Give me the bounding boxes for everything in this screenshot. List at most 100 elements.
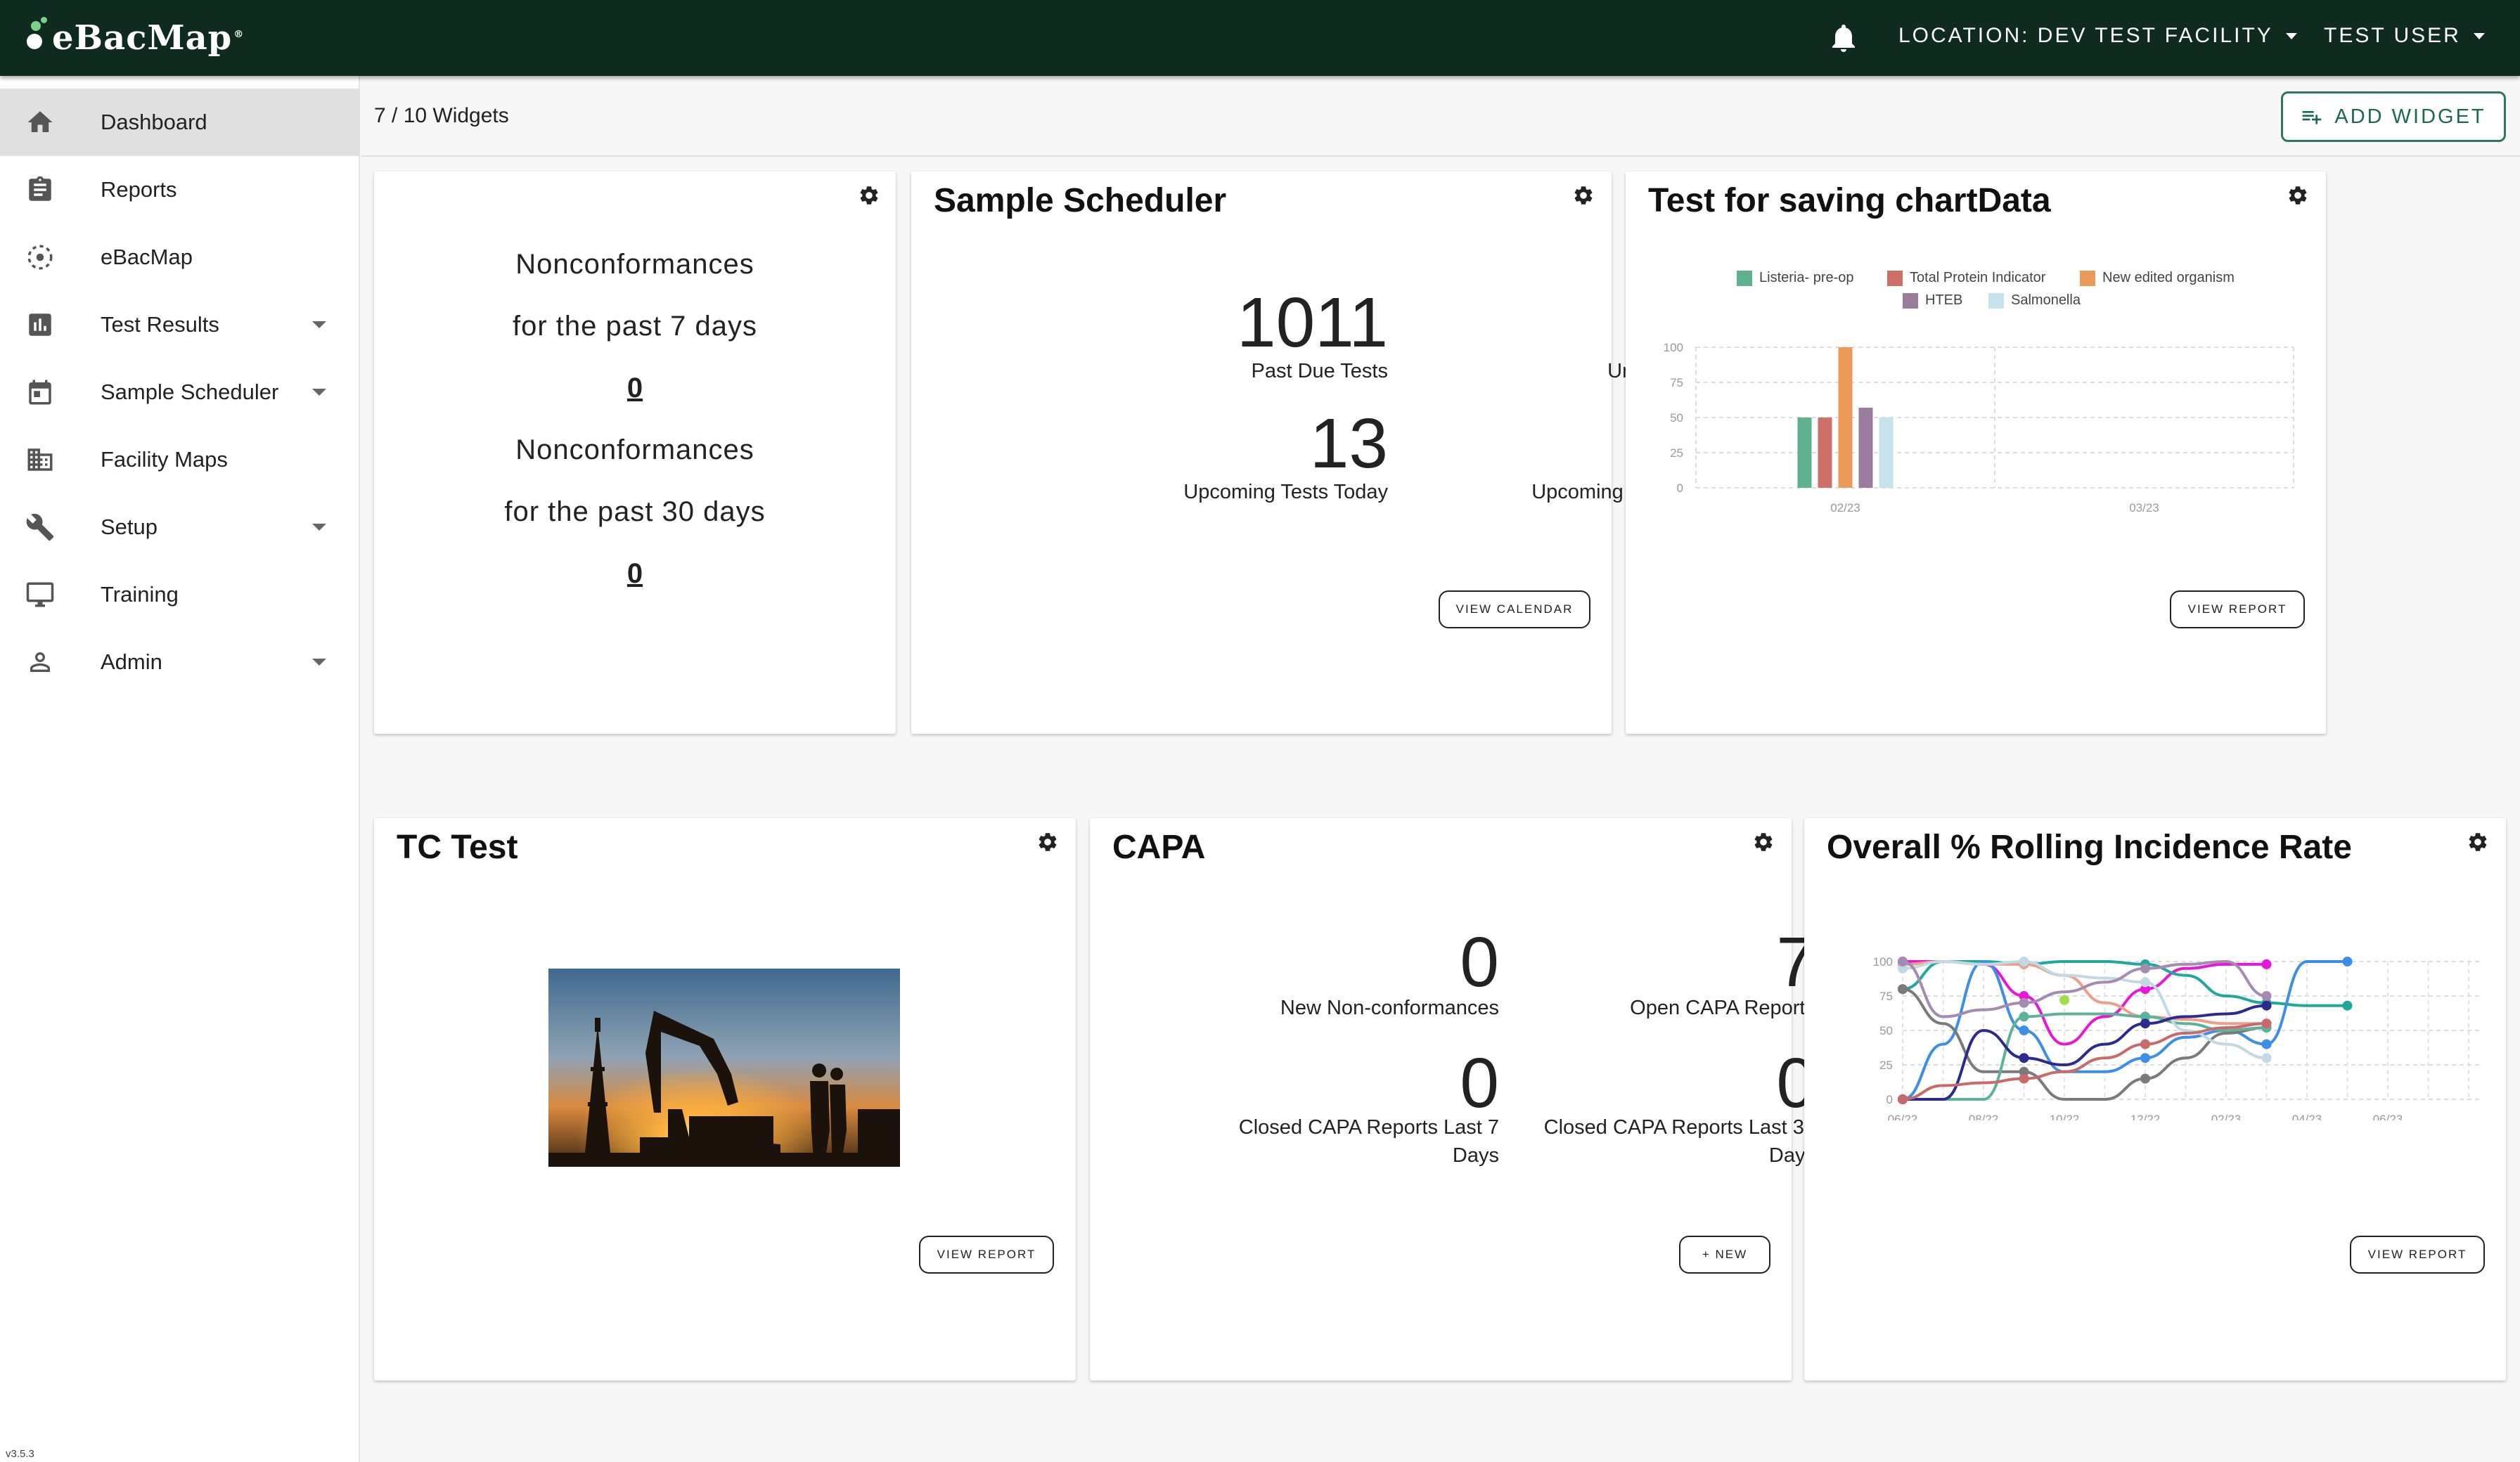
sidebar-item-test-results[interactable]: Test Results [0,291,360,358]
view-report-button[interactable]: VIEW REPORT [2350,1236,2485,1274]
add-widget-label: ADD WIDGET [2334,105,2486,128]
data-point [2019,997,2029,1008]
clipboard-icon [29,176,51,201]
widget-title: Overall % Rolling Incidence Rate [1827,829,2352,866]
legend-item[interactable]: Salmonella [1988,292,2081,309]
data-point [2019,1073,2029,1084]
today-value: 13 [1309,404,1388,483]
y-tick-label: 0 [1677,481,1683,495]
sidebar-item-facility-maps[interactable]: Facility Maps [0,426,360,493]
wrench-icon [26,513,54,541]
user-menu[interactable]: TEST USER [2324,24,2485,48]
version-label: v3.5.3 [6,1448,34,1460]
widget-title: Test for saving chartData [1648,182,2051,219]
nc-7-subtitle: for the past 7 days [512,311,758,342]
sidebar-item-label: Admin [101,649,162,674]
data-point [2140,1039,2150,1049]
closed-7-label: Closed CAPA Reports Last 7 Days [1238,1116,1499,1167]
legend-item[interactable]: Total Protein Indicator [1887,270,2045,286]
monitor-icon [26,582,54,607]
legend-label: Listeria- pre-op [1759,270,1854,285]
sidebar: Dashboard Reports eBacMap Test Results S… [0,76,360,1462]
widget-title: CAPA [1112,829,1206,866]
sidebar-item-label: Setup [101,515,158,539]
x-tick-label: 06/23 [2373,1113,2403,1120]
sidebar-item-setup[interactable]: Setup [0,493,360,561]
gear-icon[interactable] [2287,184,2309,207]
legend-swatch [2080,270,2095,286]
view-report-button[interactable]: VIEW REPORT [2170,590,2305,628]
chevron-down-icon [312,321,326,328]
notifications-bell-icon[interactable] [1827,21,1860,55]
sidebar-item-dashboard[interactable]: Dashboard [0,89,360,156]
data-point [2261,991,2272,1001]
sidebar-item-ebacmap[interactable]: eBacMap [0,224,360,291]
sidebar-item-label: eBacMap [101,245,193,269]
closed-30-label: Closed CAPA Reports Last 30 Days [1543,1116,1815,1167]
construction-sunset-image [548,969,900,1167]
past-due-label: Past Due Tests [1251,360,1388,382]
bar [1879,418,1894,488]
data-point [2342,1000,2353,1011]
nc-7-value-link[interactable]: 0 [374,373,896,404]
y-tick-label: 100 [1873,955,1893,969]
x-tick-label: 04/23 [2292,1113,2322,1120]
today-label: Upcoming Tests Today [1183,481,1388,503]
gear-icon[interactable] [1572,184,1595,207]
gear-icon[interactable] [1036,831,1059,853]
location-selector[interactable]: LOCATION: DEV TEST FACILITY [1898,24,2297,48]
gear-icon[interactable] [1752,831,1775,853]
data-point [2019,1011,2029,1022]
tc-test-widget: TC Test VIEW REPORT [374,818,1076,1380]
chevron-down-icon [312,524,326,531]
sidebar-item-reports[interactable]: Reports [0,156,360,224]
data-point [1898,957,1908,966]
closed-7-value: 0 [1460,1044,1499,1123]
legend-item[interactable]: New edited organism [2080,270,2235,286]
data-point [2261,1053,2272,1063]
target-icon [27,245,53,270]
bar [1797,418,1812,488]
data-point [1898,1094,1908,1104]
data-point [2342,957,2353,966]
data-point [2140,977,2150,988]
data-point [2059,995,2069,1005]
data-point [2019,1053,2029,1063]
legend-swatch [1903,292,1918,309]
sidebar-item-admin[interactable]: Admin [0,628,360,696]
widget-title: Sample Scheduler [934,182,1227,219]
gear-icon[interactable] [858,184,880,207]
y-tick-label: 50 [1879,1024,1893,1037]
sidebar-item-label: Sample Scheduler [101,380,279,404]
chevron-down-icon [312,389,326,396]
legend-item[interactable]: Listeria- pre-op [1737,270,1854,286]
x-tick-label: 02/23 [2211,1113,2242,1120]
dashboard-toolbar: 7 / 10 Widgets [361,76,2520,157]
x-tick-label: 08/22 [1969,1113,1999,1120]
new-capa-button[interactable]: + NEW [1679,1236,1770,1274]
view-calendar-button[interactable]: VIEW CALENDAR [1439,590,1590,628]
nc-30-value-link[interactable]: 0 [374,558,896,590]
sidebar-item-sample-scheduler[interactable]: Sample Scheduler [0,358,360,426]
playlist-add-icon [2303,111,2322,124]
bar [1858,408,1873,488]
sidebar-item-label: Test Results [101,312,219,337]
new-nc-value: 0 [1460,923,1499,1002]
user-label: TEST USER [2324,24,2461,47]
sidebar-item-training[interactable]: Training [0,561,360,628]
add-widget-button[interactable]: ADD WIDGET [2281,91,2506,142]
ebacmap-logo[interactable]: eBacMap ® [25,11,244,65]
series-line [1902,959,2348,1101]
legend-item[interactable]: HTEB [1903,292,1962,309]
view-report-button[interactable]: VIEW REPORT [919,1236,1054,1274]
legend-label: New edited organism [2102,270,2235,285]
y-tick-label: 75 [1670,376,1683,389]
rolling-incidence-widget: Overall % Rolling Incidence Rate 0 25 50 75… [1804,818,2506,1380]
gear-icon[interactable] [2467,831,2489,853]
data-point [2261,1000,2272,1011]
data-point [2140,1053,2150,1063]
sidebar-item-label: Facility Maps [101,447,228,472]
legend-label: Total Protein Indicator [1910,270,2046,285]
bar [1818,418,1832,488]
open-capa-label: Open CAPA Reports [1630,997,1815,1019]
